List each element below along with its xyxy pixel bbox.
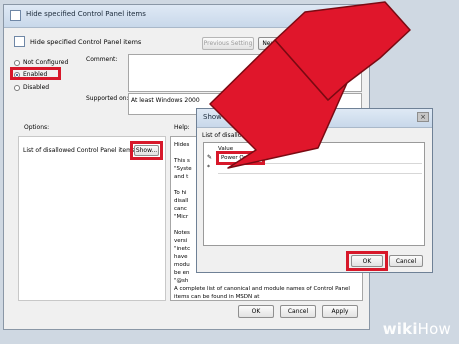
- watermark-how: How: [417, 320, 451, 338]
- red-arrow-icon: [209, 1, 411, 169]
- wikihow-watermark: wikiHow: [383, 320, 451, 338]
- watermark-wiki: wiki: [382, 320, 418, 338]
